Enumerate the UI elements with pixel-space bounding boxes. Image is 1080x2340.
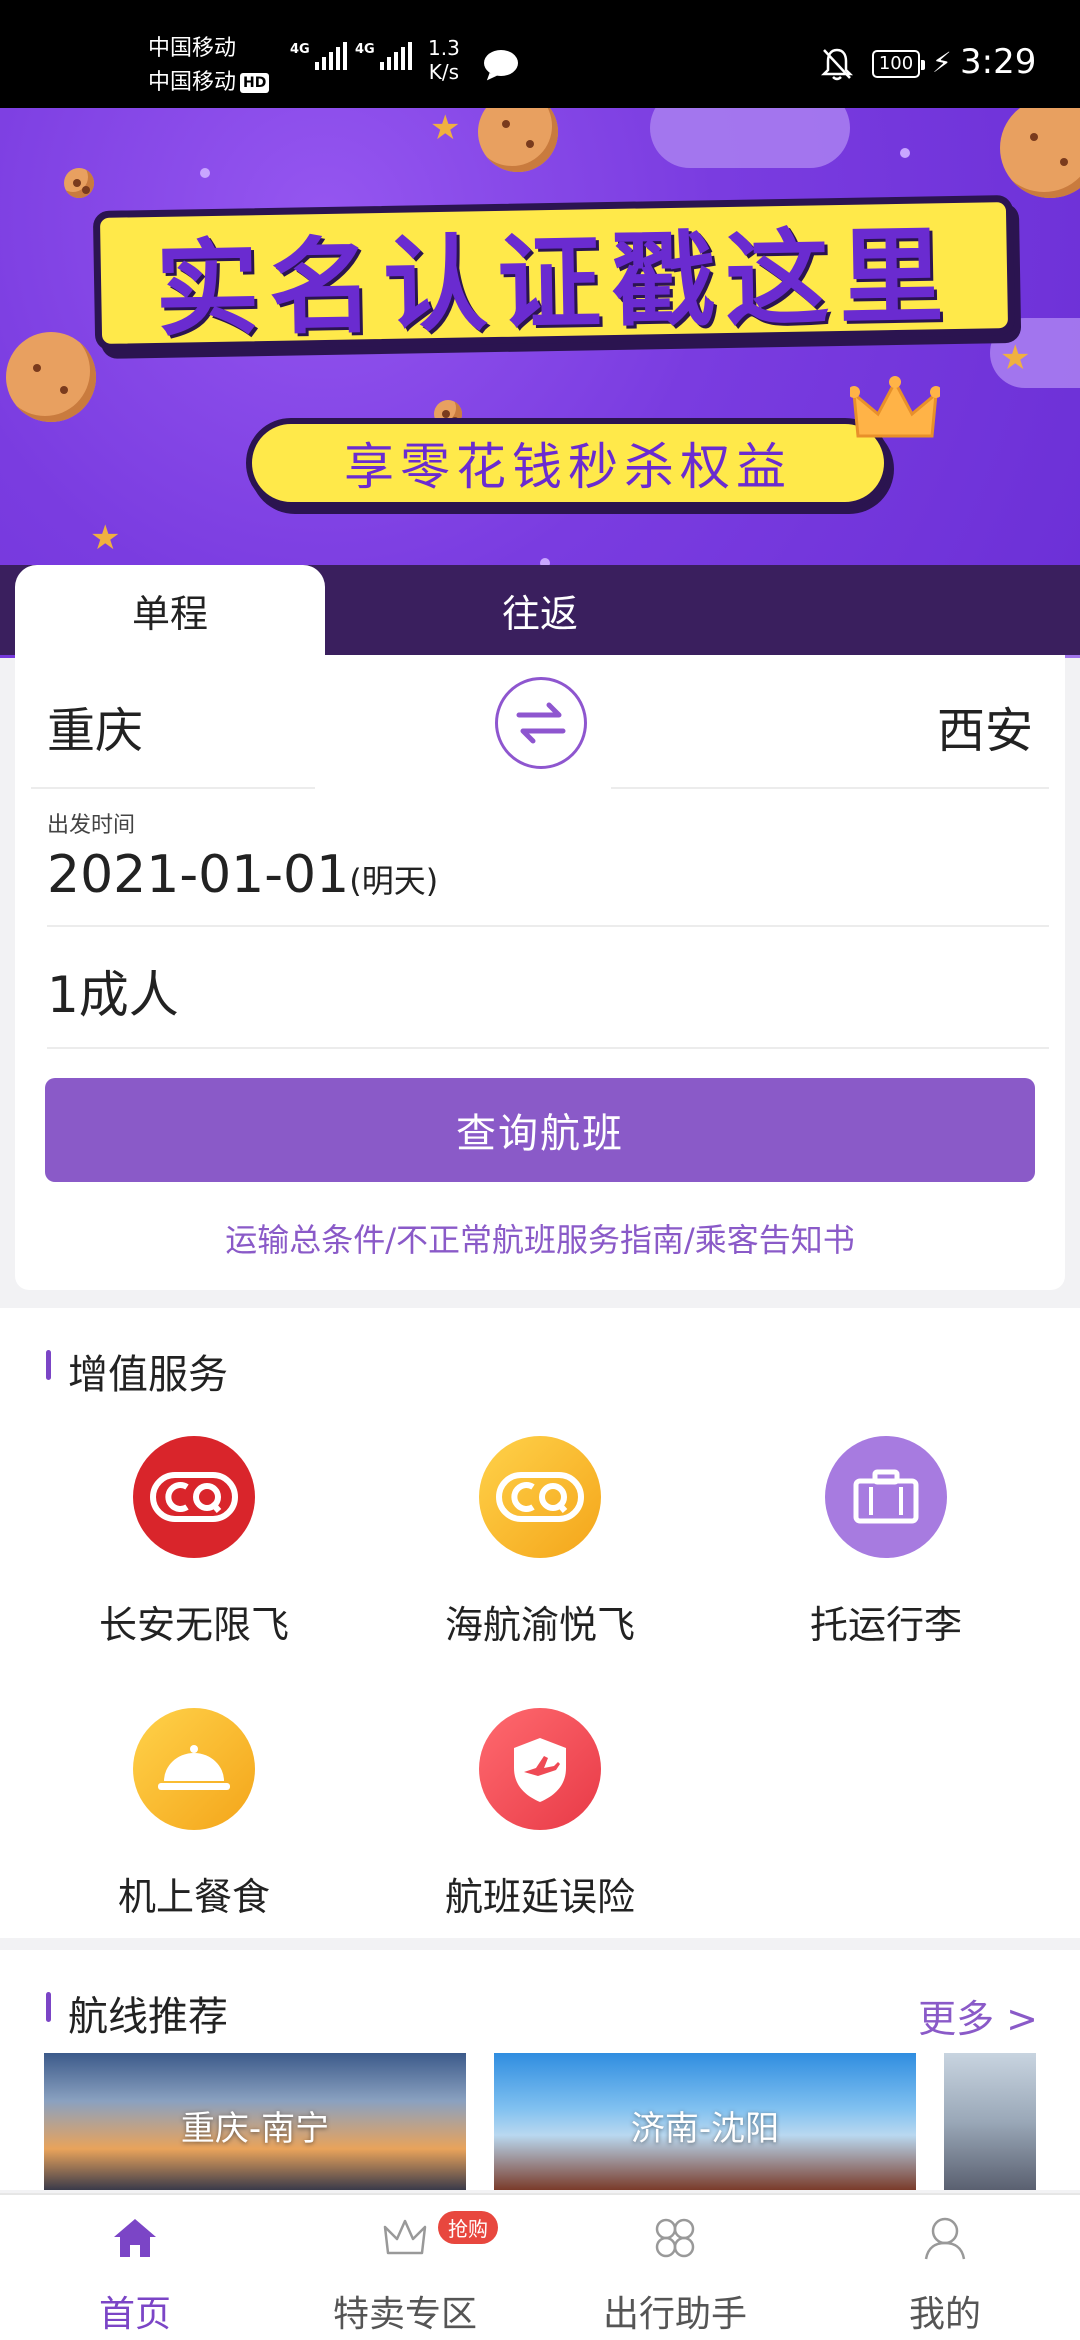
- date-note: (明天): [349, 862, 439, 900]
- tab-travel-assistant[interactable]: 出行助手: [540, 2195, 810, 2340]
- service-label: 海航渝悦飞: [444, 1603, 635, 1647]
- network-speed: 1.3 K/s: [428, 36, 460, 84]
- departure-date[interactable]: 2021-01-01(明天): [47, 845, 438, 905]
- cookie-decoration: [64, 168, 94, 198]
- carrier-info: 中国移动 中国移动 HD: [148, 32, 270, 100]
- hd-badge: HD: [240, 73, 270, 93]
- tab-label: 我的: [908, 2294, 981, 2335]
- service-changan-unlimited[interactable]: 长安无限飞: [44, 1436, 344, 1649]
- route-card[interactable]: 重庆-南宁: [44, 2053, 466, 2190]
- network-type-2: 4G: [355, 42, 375, 57]
- tab-label: 特卖专区: [332, 2294, 477, 2335]
- battery-icon: 100: [872, 50, 925, 78]
- routes-title: 航线推荐: [46, 1984, 228, 2042]
- service-checked-baggage[interactable]: 托运行李: [736, 1436, 1036, 1649]
- home-icon: [114, 2219, 156, 2257]
- message-icon: [484, 50, 518, 76]
- status-bar: 中国移动 中国移动 HD 4G 4G 1.3 K/s 100 ⚡ 3:29: [0, 0, 1080, 108]
- signal-icon: 4G: [290, 42, 347, 70]
- signal-icon-2: 4G: [355, 42, 412, 70]
- carrier-2: 中国移动: [148, 70, 237, 95]
- service-delay-insurance[interactable]: 航班延误险: [390, 1708, 690, 1921]
- tab-one-way[interactable]: 单程: [15, 565, 325, 655]
- swap-icon: [516, 702, 566, 744]
- terms-links[interactable]: 运输总条件/不正常航班服务指南/乘客告知书: [15, 1215, 1065, 1261]
- route-card[interactable]: [944, 2053, 1036, 2190]
- flight-search-card: 重庆 西安 出发时间 2021-01-01(明天) 1成人 查询航班 运输总条件…: [15, 655, 1065, 1290]
- bell-off-icon: [820, 48, 854, 81]
- shield-plane-icon: [479, 1708, 601, 1830]
- star-decoration: ★: [1000, 338, 1031, 378]
- value-added-services: 增值服务 长安无限飞 海航渝悦飞 托运行李 机上餐食 航班延误险: [0, 1308, 1080, 1938]
- more-routes-link[interactable]: 更多 >: [918, 1988, 1038, 2043]
- date-label: 出发时间: [47, 813, 136, 838]
- banner-headline: 实名认证戳这里: [154, 214, 955, 351]
- clock: 3:29: [960, 42, 1037, 82]
- crown-icon: [383, 2219, 427, 2255]
- sale-badge: 抢购: [438, 2211, 498, 2244]
- services-title: 增值服务: [46, 1342, 228, 1400]
- carrier-1: 中国移动: [148, 36, 237, 61]
- service-label: 长安无限飞: [98, 1603, 289, 1647]
- service-label: 托运行李: [809, 1603, 962, 1647]
- cq-red-logo-icon: [133, 1436, 255, 1558]
- charging-icon: ⚡: [932, 46, 952, 79]
- route-label: 重庆-南宁: [180, 2109, 330, 2149]
- tab-special-sale[interactable]: 抢购 特卖专区: [270, 2195, 540, 2340]
- food-cloche-icon: [133, 1708, 255, 1830]
- tab-label: 出行助手: [602, 2294, 747, 2335]
- cookie-decoration: [6, 332, 96, 422]
- crown-icon: [850, 376, 940, 438]
- bottom-tab-bar: 首页 抢购 特卖专区 出行助手 我的: [0, 2193, 1080, 2340]
- passenger-selector[interactable]: 1成人: [47, 955, 179, 1027]
- service-label: 机上餐食: [117, 1875, 270, 1919]
- tab-profile[interactable]: 我的: [810, 2195, 1080, 2340]
- grid-icon: [655, 2218, 695, 2258]
- banner-subheadline: 享零花钱秒杀权益: [344, 438, 792, 496]
- departure-city[interactable]: 重庆: [47, 691, 143, 761]
- cloud-decoration: [650, 108, 850, 168]
- headline-box: 实名认证戳这里: [92, 194, 1016, 352]
- cq-gold-logo-icon: [479, 1436, 601, 1558]
- recommended-routes: 航线推荐 更多 > 重庆-南宁 济南-沈阳: [0, 1950, 1080, 2190]
- star-decoration: ★: [90, 518, 121, 558]
- user-icon: [924, 2217, 966, 2260]
- arrival-city[interactable]: 西安: [937, 691, 1033, 761]
- service-label: 航班延误险: [444, 1875, 635, 1919]
- subheadline-box: 享零花钱秒杀权益: [246, 418, 890, 508]
- star-decoration: ★: [430, 108, 461, 148]
- suitcase-icon: [825, 1436, 947, 1558]
- tab-home[interactable]: 首页: [0, 2195, 270, 2340]
- network-type-1: 4G: [290, 42, 310, 57]
- service-hainan-yuyue[interactable]: 海航渝悦飞: [390, 1436, 690, 1649]
- route-card[interactable]: 济南-沈阳: [494, 2053, 916, 2190]
- tab-label: 首页: [98, 2294, 171, 2335]
- swap-cities-button[interactable]: [495, 677, 587, 769]
- tab-round-trip[interactable]: 往返: [385, 565, 695, 655]
- service-inflight-meal[interactable]: 机上餐食: [44, 1708, 344, 1921]
- search-flights-button[interactable]: 查询航班: [45, 1078, 1035, 1182]
- route-label: 济南-沈阳: [630, 2109, 780, 2149]
